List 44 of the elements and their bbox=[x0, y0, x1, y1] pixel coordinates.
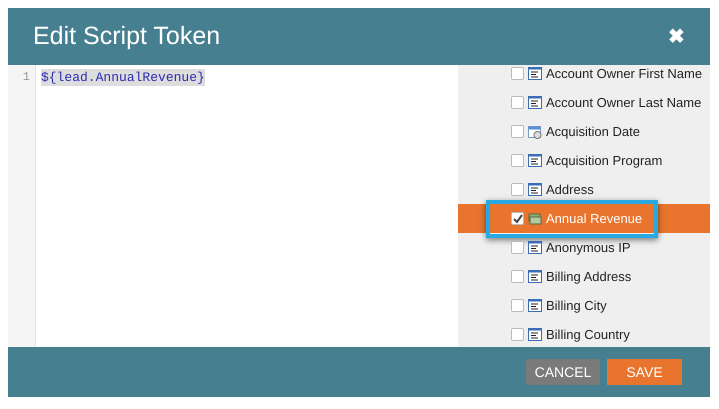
field-item[interactable]: Billing Address bbox=[458, 262, 710, 291]
text-field-icon bbox=[528, 328, 542, 341]
cancel-button[interactable]: CANCEL bbox=[526, 359, 600, 385]
checkbox[interactable] bbox=[511, 125, 524, 138]
checkbox[interactable] bbox=[511, 212, 524, 225]
checkbox[interactable] bbox=[511, 96, 524, 109]
checkbox[interactable] bbox=[511, 241, 524, 254]
field-item[interactable]: Billing City bbox=[458, 291, 710, 320]
close-button[interactable]: ✖ bbox=[668, 22, 685, 52]
dialog-title: Edit Script Token bbox=[33, 20, 220, 52]
text-field-icon bbox=[528, 67, 542, 80]
field-item[interactable]: Anonymous IP bbox=[458, 233, 710, 262]
text-field-icon bbox=[528, 183, 542, 196]
text-field-icon bbox=[528, 154, 542, 167]
text-field-icon bbox=[528, 299, 542, 312]
field-item[interactable]: Acquisition Date bbox=[458, 117, 710, 146]
field-item[interactable]: Billing Country bbox=[458, 320, 710, 347]
text-field-icon bbox=[528, 270, 542, 283]
field-label: Account Owner Last Name bbox=[546, 94, 702, 112]
text-field-icon bbox=[528, 241, 542, 254]
field-label: Account Owner First Name bbox=[546, 65, 702, 83]
field-item[interactable]: Address bbox=[458, 175, 710, 204]
field-label: Billing Address bbox=[546, 268, 632, 286]
checkbox[interactable] bbox=[511, 154, 524, 167]
field-label: Anonymous IP bbox=[546, 238, 631, 257]
field-label: Billing Country bbox=[546, 326, 630, 344]
field-label: Billing City bbox=[546, 296, 607, 315]
check-icon bbox=[512, 214, 522, 224]
text-field-icon bbox=[528, 96, 542, 109]
checkbox[interactable] bbox=[511, 183, 524, 196]
field-item[interactable]: Account Owner First Name bbox=[458, 65, 710, 88]
checkbox[interactable] bbox=[511, 67, 524, 80]
field-item[interactable]: Acquisition Program bbox=[458, 146, 710, 175]
field-label: Acquisition Date bbox=[546, 122, 640, 141]
line-number: 1 bbox=[22, 69, 30, 86]
field-item[interactable]: Account Owner Last Name bbox=[458, 88, 710, 117]
checkbox[interactable] bbox=[511, 328, 524, 341]
field-label: Acquisition Program bbox=[546, 152, 662, 170]
calendar-icon bbox=[528, 124, 542, 138]
field-label: Annual Revenue bbox=[546, 210, 642, 228]
money-icon bbox=[528, 212, 542, 226]
checkbox[interactable] bbox=[511, 270, 524, 283]
checkbox[interactable] bbox=[511, 299, 524, 312]
field-label: Address bbox=[546, 180, 594, 199]
